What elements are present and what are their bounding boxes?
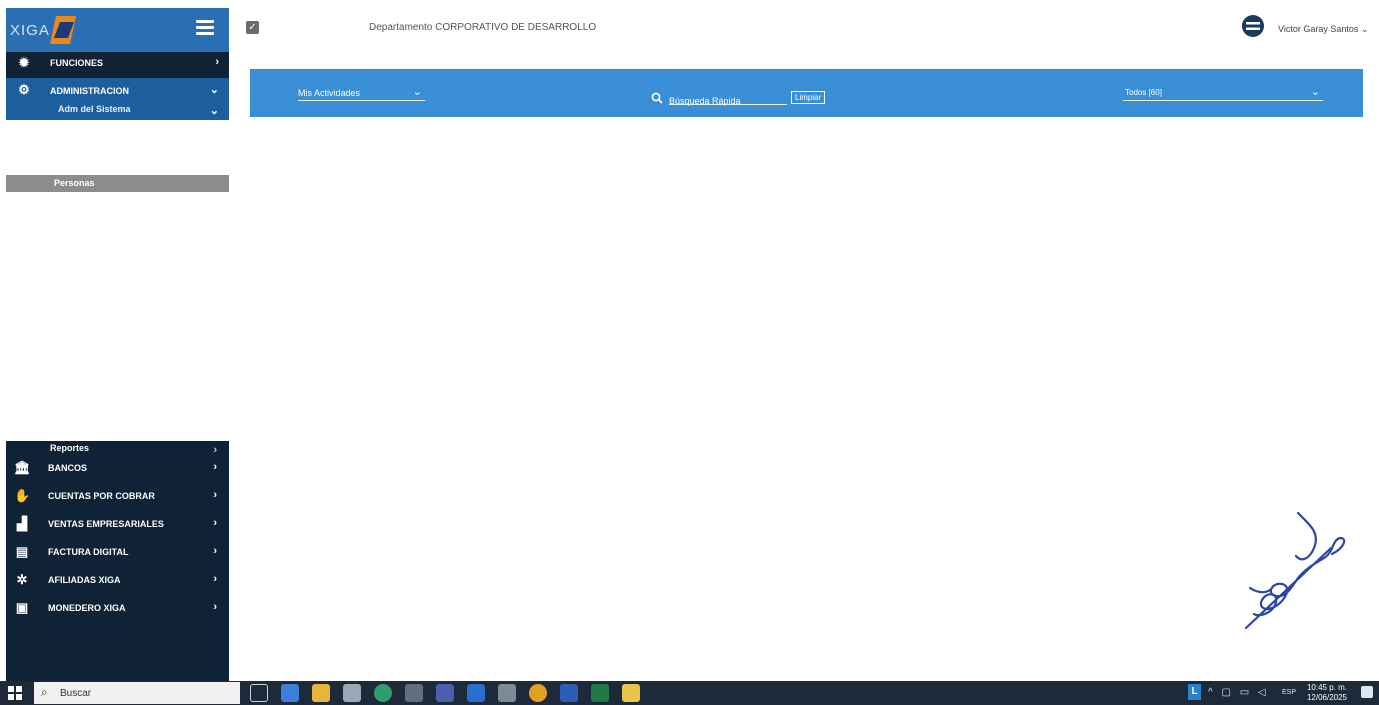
user-avatar-icon[interactable] xyxy=(1241,14,1265,38)
clear-button[interactable]: Limpiar xyxy=(791,91,826,104)
sticky-notes-icon[interactable] xyxy=(622,684,640,702)
task-view-icon[interactable] xyxy=(250,684,268,702)
sidebar-bottom: Reportes › 🏛 BANCOS › ✋ CUENTAS POR COBR… xyxy=(6,441,229,681)
hand-money-icon: ✋ xyxy=(14,488,31,503)
user-name: Victor Garay Santos xyxy=(1278,24,1359,34)
quick-search-input[interactable] xyxy=(669,96,787,106)
sidebar-top: XIGA ✹ FUNCIONES › ⚙ ADMINISTRACION ⌄ Ad… xyxy=(6,8,229,120)
chevron-right-icon: › xyxy=(213,545,217,557)
search-icon xyxy=(651,92,663,104)
sidebar-item-afiliadas-xiga[interactable]: ✲ AFILIADAS XIGA › xyxy=(6,566,229,594)
invoice-icon: ▤ xyxy=(15,544,29,559)
filter-select-value: Todos [60] xyxy=(1125,88,1162,97)
tray-icons[interactable]: ^ ▢ ▭ ◁ xyxy=(1208,687,1269,698)
sidebar-item-label: AFILIADAS XIGA xyxy=(48,575,121,585)
sidebar-item-label: MONEDERO XIGA xyxy=(48,603,126,613)
sidebar-item-personas[interactable]: Personas xyxy=(6,175,229,192)
sidebar-item-label: BANCOS xyxy=(48,463,88,473)
taskbar-search[interactable]: ⌕ Buscar xyxy=(34,682,240,704)
language-indicator[interactable]: L xyxy=(1188,684,1201,700)
sidebar-item-label: FACTURA DIGITAL xyxy=(48,547,129,557)
file-explorer-icon[interactable] xyxy=(312,684,330,702)
sidebar-item-label: FUNCIONES xyxy=(50,58,104,68)
clock-time: 10:45 p. m. xyxy=(1306,683,1348,692)
settings-icon: ⚙ xyxy=(18,82,30,97)
taskbar: ⌕ Buscar L ^ ▢ ▭ ◁ ESP 10:45 p. m. 12/06… xyxy=(0,681,1379,705)
teams-icon[interactable] xyxy=(436,684,454,702)
activities-select[interactable]: Mis Actividades ⌄ xyxy=(298,85,425,101)
sidebar-item-bancos[interactable]: 🏛 BANCOS › xyxy=(6,454,229,482)
chart-icon: ▟ xyxy=(17,516,27,531)
handwritten-signature xyxy=(1244,511,1346,630)
chevron-right-icon: › xyxy=(213,573,217,585)
taskbar-apps xyxy=(250,684,640,702)
chevron-right-icon: › xyxy=(213,517,217,529)
windows-start-icon[interactable] xyxy=(8,686,22,700)
chevron-right-icon: › xyxy=(215,56,219,68)
word-icon[interactable] xyxy=(560,684,578,702)
chevron-right-icon: › xyxy=(213,461,217,473)
chevron-down-icon: ⌄ xyxy=(1310,86,1320,98)
search-icon: ⌕ xyxy=(41,685,48,699)
quick-search-field xyxy=(669,91,787,106)
wallet-icon: ▣ xyxy=(15,600,29,615)
sidebar-item-cuentas-por-cobrar[interactable]: ✋ CUENTAS POR COBRAR › xyxy=(6,482,229,510)
gear-cog-icon: ✹ xyxy=(18,55,30,70)
submenu-adm-sistema[interactable]: Adm del Sistema xyxy=(58,104,131,114)
bank-icon: 🏛 xyxy=(14,460,31,475)
chevron-right-icon: › xyxy=(213,601,217,613)
department-title: Departamento CORPORATIVO DE DESARROLLO xyxy=(369,22,597,33)
logo-icon xyxy=(50,16,76,44)
network-icon: ✲ xyxy=(16,572,28,587)
user-menu[interactable]: Victor Garay Santos ⌄ xyxy=(1278,24,1368,35)
logo-text: XIGA xyxy=(10,22,50,39)
sidebar-item-label: Personas xyxy=(54,178,95,188)
chevron-down-icon: ⌄ xyxy=(209,84,219,96)
sidebar-item-administracion[interactable]: ⚙ ADMINISTRACION ⌄ Adm del Sistema ⌄ xyxy=(6,78,229,120)
keyboard-language[interactable]: ESP xyxy=(1282,689,1296,696)
sidebar-item-funciones[interactable]: ✹ FUNCIONES › xyxy=(6,52,229,76)
clock[interactable]: 10:45 p. m. 12/06/2025 xyxy=(1305,683,1349,703)
checkbox-icon[interactable]: ✓ xyxy=(246,21,259,34)
sidebar-item-ventas-empresariales[interactable]: ▟ VENTAS EMPRESARIALES › xyxy=(6,510,229,538)
store-icon[interactable] xyxy=(498,684,516,702)
chrome-icon[interactable] xyxy=(529,684,547,702)
chevron-right-icon: › xyxy=(213,489,217,501)
notifications-icon[interactable] xyxy=(1361,686,1373,698)
taskbar-search-label: Buscar xyxy=(60,688,92,699)
chevron-down-icon: ⌄ xyxy=(209,105,219,117)
excel-icon[interactable] xyxy=(591,684,609,702)
settings-app-icon[interactable] xyxy=(405,684,423,702)
logo-bar: XIGA xyxy=(6,8,229,52)
sidebar-item-label: CUENTAS POR COBRAR xyxy=(48,491,155,501)
edge-icon[interactable] xyxy=(374,684,392,702)
paint-icon[interactable] xyxy=(343,684,361,702)
internet-explorer-icon[interactable] xyxy=(467,684,485,702)
sidebar-item-factura-digital[interactable]: ▤ FACTURA DIGITAL › xyxy=(6,538,229,566)
activities-select-value: Mis Actividades xyxy=(298,88,361,98)
sidebar-item-label: VENTAS EMPRESARIALES xyxy=(48,519,164,529)
sidebar-item-reportes[interactable]: Reportes xyxy=(50,443,89,453)
filter-select[interactable]: Todos [60] ⌄ xyxy=(1123,85,1323,101)
clock-date: 12/06/2025 xyxy=(1306,693,1348,702)
action-bar: Mis Actividades ⌄ Limpiar Todos [60] ⌄ xyxy=(250,69,1363,117)
copilot-icon[interactable] xyxy=(281,684,299,702)
hamburger-menu-icon[interactable] xyxy=(196,20,214,35)
chevron-down-icon: ⌄ xyxy=(412,86,422,98)
sidebar-item-label: ADMINISTRACION xyxy=(50,86,129,96)
sidebar-item-monedero-xiga[interactable]: ▣ MONEDERO XIGA › xyxy=(6,594,229,622)
